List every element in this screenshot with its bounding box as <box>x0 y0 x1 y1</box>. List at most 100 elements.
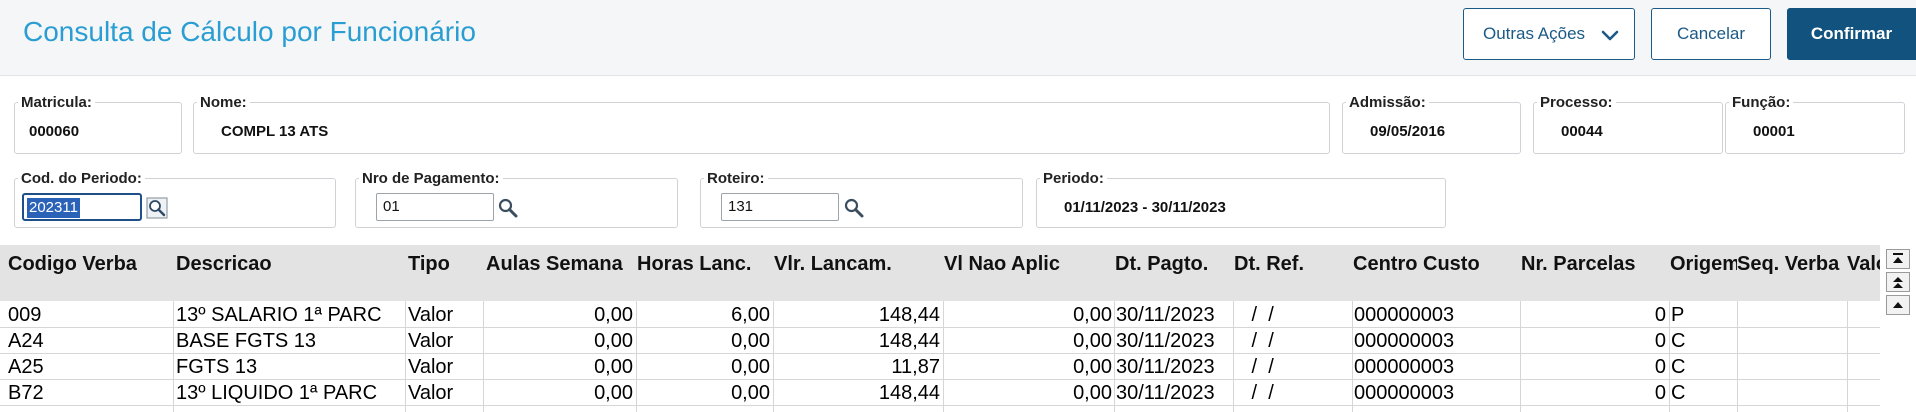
cell-vl-nao-aplic: 0,00 <box>1073 382 1112 404</box>
cell-origem: C <box>1671 356 1686 378</box>
cell-origem: P <box>1671 304 1685 326</box>
cell-vlr-lancam: 148,44 <box>878 304 940 326</box>
search-icon[interactable] <box>497 197 519 219</box>
nome-field: Nome: COMPL 13 ATS <box>193 94 1330 154</box>
periodo-label: Periodo: <box>1040 170 1107 187</box>
cell-centro-custo: 000000003 <box>1354 330 1455 352</box>
processo-field: Processo: 00044 <box>1533 94 1723 154</box>
col-dt-ref[interactable]: Dt. Ref. <box>1234 253 1350 276</box>
cell-descricao: BASE FGTS 13 <box>176 330 317 352</box>
cell-descricao: 13º SALARIO 1ª PARC <box>176 304 382 326</box>
col-codigo-verba[interactable]: Codigo Verba <box>8 253 173 276</box>
cell-nr-parcelas: 0 <box>1654 304 1666 326</box>
other-actions-button[interactable]: Outras Ações <box>1463 8 1635 60</box>
cell-dt-pagto: 30/11/2023 <box>1116 330 1215 352</box>
cell-aulas-semana: 0,00 <box>594 330 633 352</box>
col-dt-pagto[interactable]: Dt. Pagto. <box>1115 253 1233 276</box>
cell-centro-custo: 000000003 <box>1354 382 1455 404</box>
page-title: Consulta de Cálculo por Funcionário <box>23 16 476 47</box>
cod-periodo-value: 202311 <box>27 198 80 218</box>
cell-centro-custo: 000000003 <box>1354 356 1455 378</box>
admissao-field: Admissão: 09/05/2016 <box>1342 94 1521 154</box>
matricula-field: Matricula: 000060 <box>14 94 182 154</box>
confirm-button[interactable]: Confirmar <box>1787 8 1916 60</box>
cell-descricao: 13º LIQUIDO 1ª PARC <box>176 382 378 404</box>
nome-value: COMPL 13 ATS <box>221 123 329 140</box>
cell-vl-nao-aplic: 0,00 <box>1073 304 1112 326</box>
cell-horas-lanc: 0,00 <box>731 356 770 378</box>
cell-origem: C <box>1671 330 1686 352</box>
cell-tipo: Valor <box>408 382 454 404</box>
cell-dt-ref: / / <box>1246 330 1274 352</box>
cell-vlr-lancam: 148,44 <box>878 330 940 352</box>
col-tipo[interactable]: Tipo <box>408 253 482 276</box>
cell-aulas-semana: 0,00 <box>594 382 633 404</box>
table-row[interactable]: A24 BASE FGTS 13 Valor 0,00 0,00 148,44 … <box>0 328 1880 354</box>
cell-descricao: FGTS 13 <box>176 356 258 378</box>
processo-value: 00044 <box>1561 123 1603 140</box>
col-horas-lanc[interactable]: Horas Lanc. <box>637 253 773 276</box>
matricula-value: 000060 <box>29 123 80 140</box>
col-descricao[interactable]: Descricao <box>176 253 404 276</box>
cell-nr-parcelas: 0 <box>1654 330 1666 352</box>
cell-tipo: Valor <box>408 304 454 326</box>
roteiro-input[interactable]: 131 <box>721 193 839 221</box>
cell-tipo: Valor <box>408 356 454 378</box>
cell-codigo-verba: A24 <box>8 330 44 352</box>
chevron-down-icon <box>1601 30 1619 41</box>
cell-vl-nao-aplic: 0,00 <box>1073 356 1112 378</box>
cell-dt-ref: / / <box>1246 356 1274 378</box>
nro-pagamento-label: Nro de Pagamento: <box>359 170 503 187</box>
cell-codigo-verba: A25 <box>8 356 44 378</box>
cell-centro-custo: 000000003 <box>1354 304 1455 326</box>
grid-scrollbar[interactable] <box>1880 245 1916 412</box>
lookup-icon[interactable] <box>146 197 168 219</box>
nome-label: Nome: <box>197 94 250 111</box>
cell-horas-lanc: 0,00 <box>731 382 770 404</box>
cell-nr-parcelas: 0 <box>1654 356 1666 378</box>
cod-periodo-input[interactable]: 202311 <box>22 193 142 221</box>
page-up-button[interactable] <box>1886 272 1910 292</box>
grid-header: Codigo Verba Descricao Tipo Aulas Semana… <box>0 245 1880 301</box>
cell-aulas-semana: 0,00 <box>594 356 633 378</box>
cell-vlr-lancam: 11,87 <box>891 356 940 378</box>
cell-aulas-semana: 0,00 <box>594 304 633 326</box>
cell-dt-pagto: 30/11/2023 <box>1116 304 1215 326</box>
table-row[interactable]: 009 13º SALARIO 1ª PARC Valor 0,00 6,00 … <box>0 302 1880 328</box>
nro-pagamento-input[interactable]: 01 <box>376 193 494 221</box>
cancel-button[interactable]: Cancelar <box>1651 8 1771 60</box>
admissao-value: 09/05/2016 <box>1370 123 1446 140</box>
cell-vl-nao-aplic: 0,00 <box>1073 330 1112 352</box>
table-row[interactable]: A25 FGTS 13 Valor 0,00 0,00 11,87 0,00 3… <box>0 354 1880 380</box>
cell-dt-ref: / / <box>1246 304 1274 326</box>
cell-dt-ref: / / <box>1246 382 1274 404</box>
other-actions-label: Outras Ações <box>1483 24 1586 43</box>
cod-periodo-label: Cod. do Periodo: <box>18 170 145 187</box>
periodo-field: Periodo: 01/11/2023 - 30/11/2023 <box>1036 170 1446 228</box>
col-centro-custo[interactable]: Centro Custo <box>1353 253 1518 276</box>
cell-horas-lanc: 6,00 <box>731 304 770 326</box>
col-nr-parcelas[interactable]: Nr. Parcelas <box>1521 253 1666 276</box>
cell-tipo: Valor <box>408 330 454 352</box>
scroll-top-button[interactable] <box>1886 249 1910 269</box>
col-seq-verba[interactable]: Seq. Verba <box>1737 253 1847 276</box>
col-aulas-semana[interactable]: Aulas Semana <box>486 253 636 276</box>
funcao-label: Função: <box>1729 94 1794 111</box>
roteiro-label: Roteiro: <box>704 170 768 187</box>
search-icon[interactable] <box>843 197 865 219</box>
calc-grid: Codigo Verba Descricao Tipo Aulas Semana… <box>0 245 1880 412</box>
col-vl-nao-aplic[interactable]: Vl Nao Aplic <box>944 253 1114 276</box>
processo-label: Processo: <box>1537 94 1616 111</box>
funcao-field: Função: 00001 <box>1725 94 1905 154</box>
table-row[interactable]: B72 13º LIQUIDO 1ª PARC Valor 0,00 0,00 … <box>0 380 1880 406</box>
cell-codigo-verba: 009 <box>8 304 42 326</box>
col-origem[interactable]: Origem <box>1670 253 1737 276</box>
periodo-value: 01/11/2023 - 30/11/2023 <box>1064 199 1226 216</box>
col-vlr-lancam[interactable]: Vlr. Lancam. <box>774 253 942 276</box>
cell-vlr-lancam: 148,44 <box>878 382 940 404</box>
funcao-value: 00001 <box>1753 123 1795 140</box>
col-valor[interactable]: Valor <box>1847 253 1880 276</box>
cell-dt-pagto: 30/11/2023 <box>1116 356 1215 378</box>
scroll-up-icon <box>1893 302 1903 308</box>
scroll-up-button[interactable] <box>1886 295 1910 315</box>
